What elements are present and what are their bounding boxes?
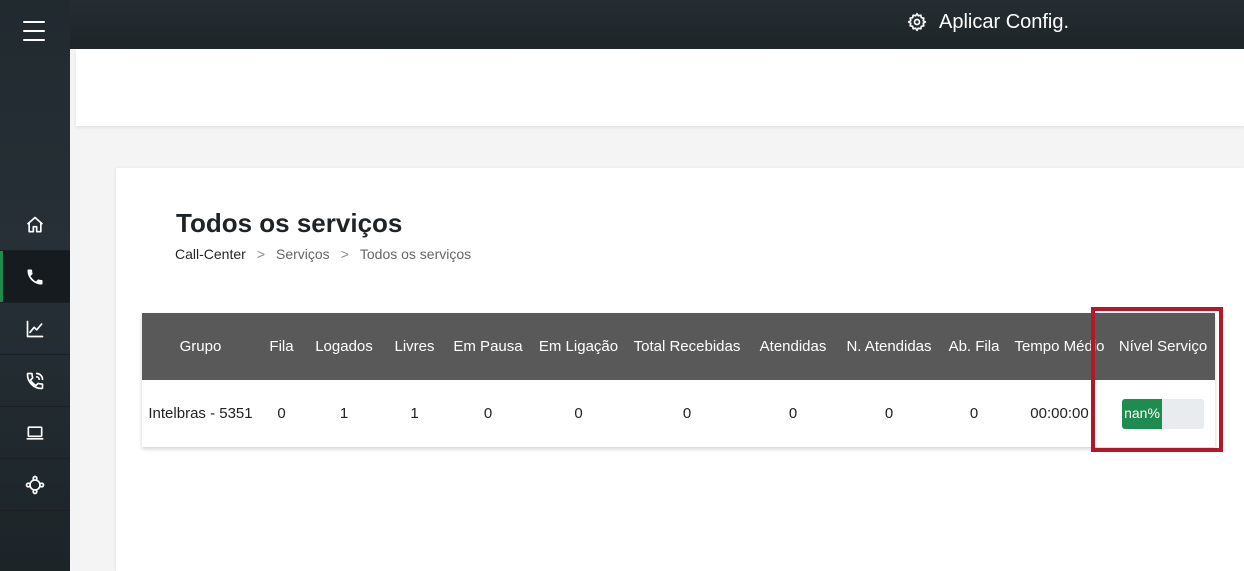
phone-ringing-icon	[26, 372, 44, 389]
sidebar-item-reports[interactable]	[0, 303, 70, 355]
breadcrumb-separator: >	[340, 246, 349, 262]
breadcrumb-services[interactable]: Serviços	[276, 246, 330, 262]
column-header-grupo[interactable]: Grupo	[142, 313, 259, 380]
cell-livres: 1	[410, 405, 419, 422]
column-header-n-atendidas[interactable]: N. Atendidas	[838, 313, 940, 380]
cell-n-atendidas: 0	[884, 405, 894, 422]
sidebar-item-call-center[interactable]	[0, 251, 70, 303]
cell-tempo-medio: 00:00:00	[1030, 405, 1089, 422]
sidebar-item-calls[interactable]	[0, 355, 70, 407]
top-bar: Aplicar Config.	[70, 0, 1244, 49]
home-icon	[26, 216, 44, 232]
breadcrumb-call-center[interactable]: Call-Center	[175, 246, 246, 262]
column-header-fila[interactable]: Fila	[259, 313, 304, 380]
service-level-value: nan%	[1124, 405, 1160, 421]
cell-fila: 0	[277, 405, 286, 422]
breadcrumb-separator: >	[256, 246, 265, 262]
gear-icon	[907, 12, 927, 32]
sub-header	[76, 49, 1244, 126]
table-row[interactable]: Intelbras - 5351 0 1 1 0 0 0 0 0 0 00:00…	[142, 380, 1215, 447]
column-header-livres[interactable]: Livres	[384, 313, 445, 380]
cell-total-recebidas: 0	[682, 405, 692, 422]
breadcrumb: Call-Center > Serviços > Todos os serviç…	[175, 246, 471, 262]
hamburger-menu-icon[interactable]	[23, 21, 45, 41]
cell-atendidas: 0	[788, 405, 798, 422]
service-level-progress-bar: nan%	[1122, 398, 1204, 429]
laptop-icon	[26, 425, 44, 440]
column-header-tempo-medio[interactable]: Tempo Médio	[1008, 313, 1111, 380]
sidebar-item-integrations[interactable]	[0, 459, 70, 511]
column-header-nivel-servico[interactable]: Nível Serviço	[1111, 313, 1215, 380]
content-card: Todos os serviços Call-Center > Serviços…	[116, 168, 1244, 571]
column-header-atendidas[interactable]: Atendidas	[748, 313, 838, 380]
cell-em-ligacao: 0	[574, 405, 583, 422]
apply-config-label: Aplicar Config.	[939, 10, 1070, 33]
services-table: Grupo Fila Logados Livres Em Pausa Em Li…	[142, 313, 1215, 447]
sidebar-item-home[interactable]	[0, 199, 70, 251]
sidebar-item-devices[interactable]	[0, 407, 70, 459]
table-header-row: Grupo Fila Logados Livres Em Pausa Em Li…	[142, 313, 1215, 380]
column-header-total-recebidas[interactable]: Total Recebidas	[626, 313, 748, 380]
column-header-em-ligacao[interactable]: Em Ligação	[531, 313, 626, 380]
column-header-em-pausa[interactable]: Em Pausa	[445, 313, 531, 380]
cell-grupo: Intelbras - 5351	[148, 405, 253, 422]
network-nodes-icon	[25, 475, 45, 494]
breadcrumb-all-services: Todos os serviços	[359, 246, 472, 262]
line-chart-icon	[26, 320, 44, 337]
apply-config-button[interactable]: Aplicar Config.	[907, 10, 1069, 34]
page-title: Todos os serviços	[176, 208, 403, 238]
cell-nivel-servico: nan%	[1111, 380, 1215, 447]
column-header-ab-fila[interactable]: Ab. Fila	[940, 313, 1008, 380]
phone-icon	[27, 269, 43, 284]
cell-em-pausa: 0	[483, 405, 493, 422]
cell-logados: 1	[339, 405, 349, 422]
column-header-logados[interactable]: Logados	[304, 313, 384, 380]
sidebar	[0, 0, 70, 571]
sidebar-nav	[0, 199, 70, 511]
cell-ab-fila: 0	[969, 405, 979, 422]
